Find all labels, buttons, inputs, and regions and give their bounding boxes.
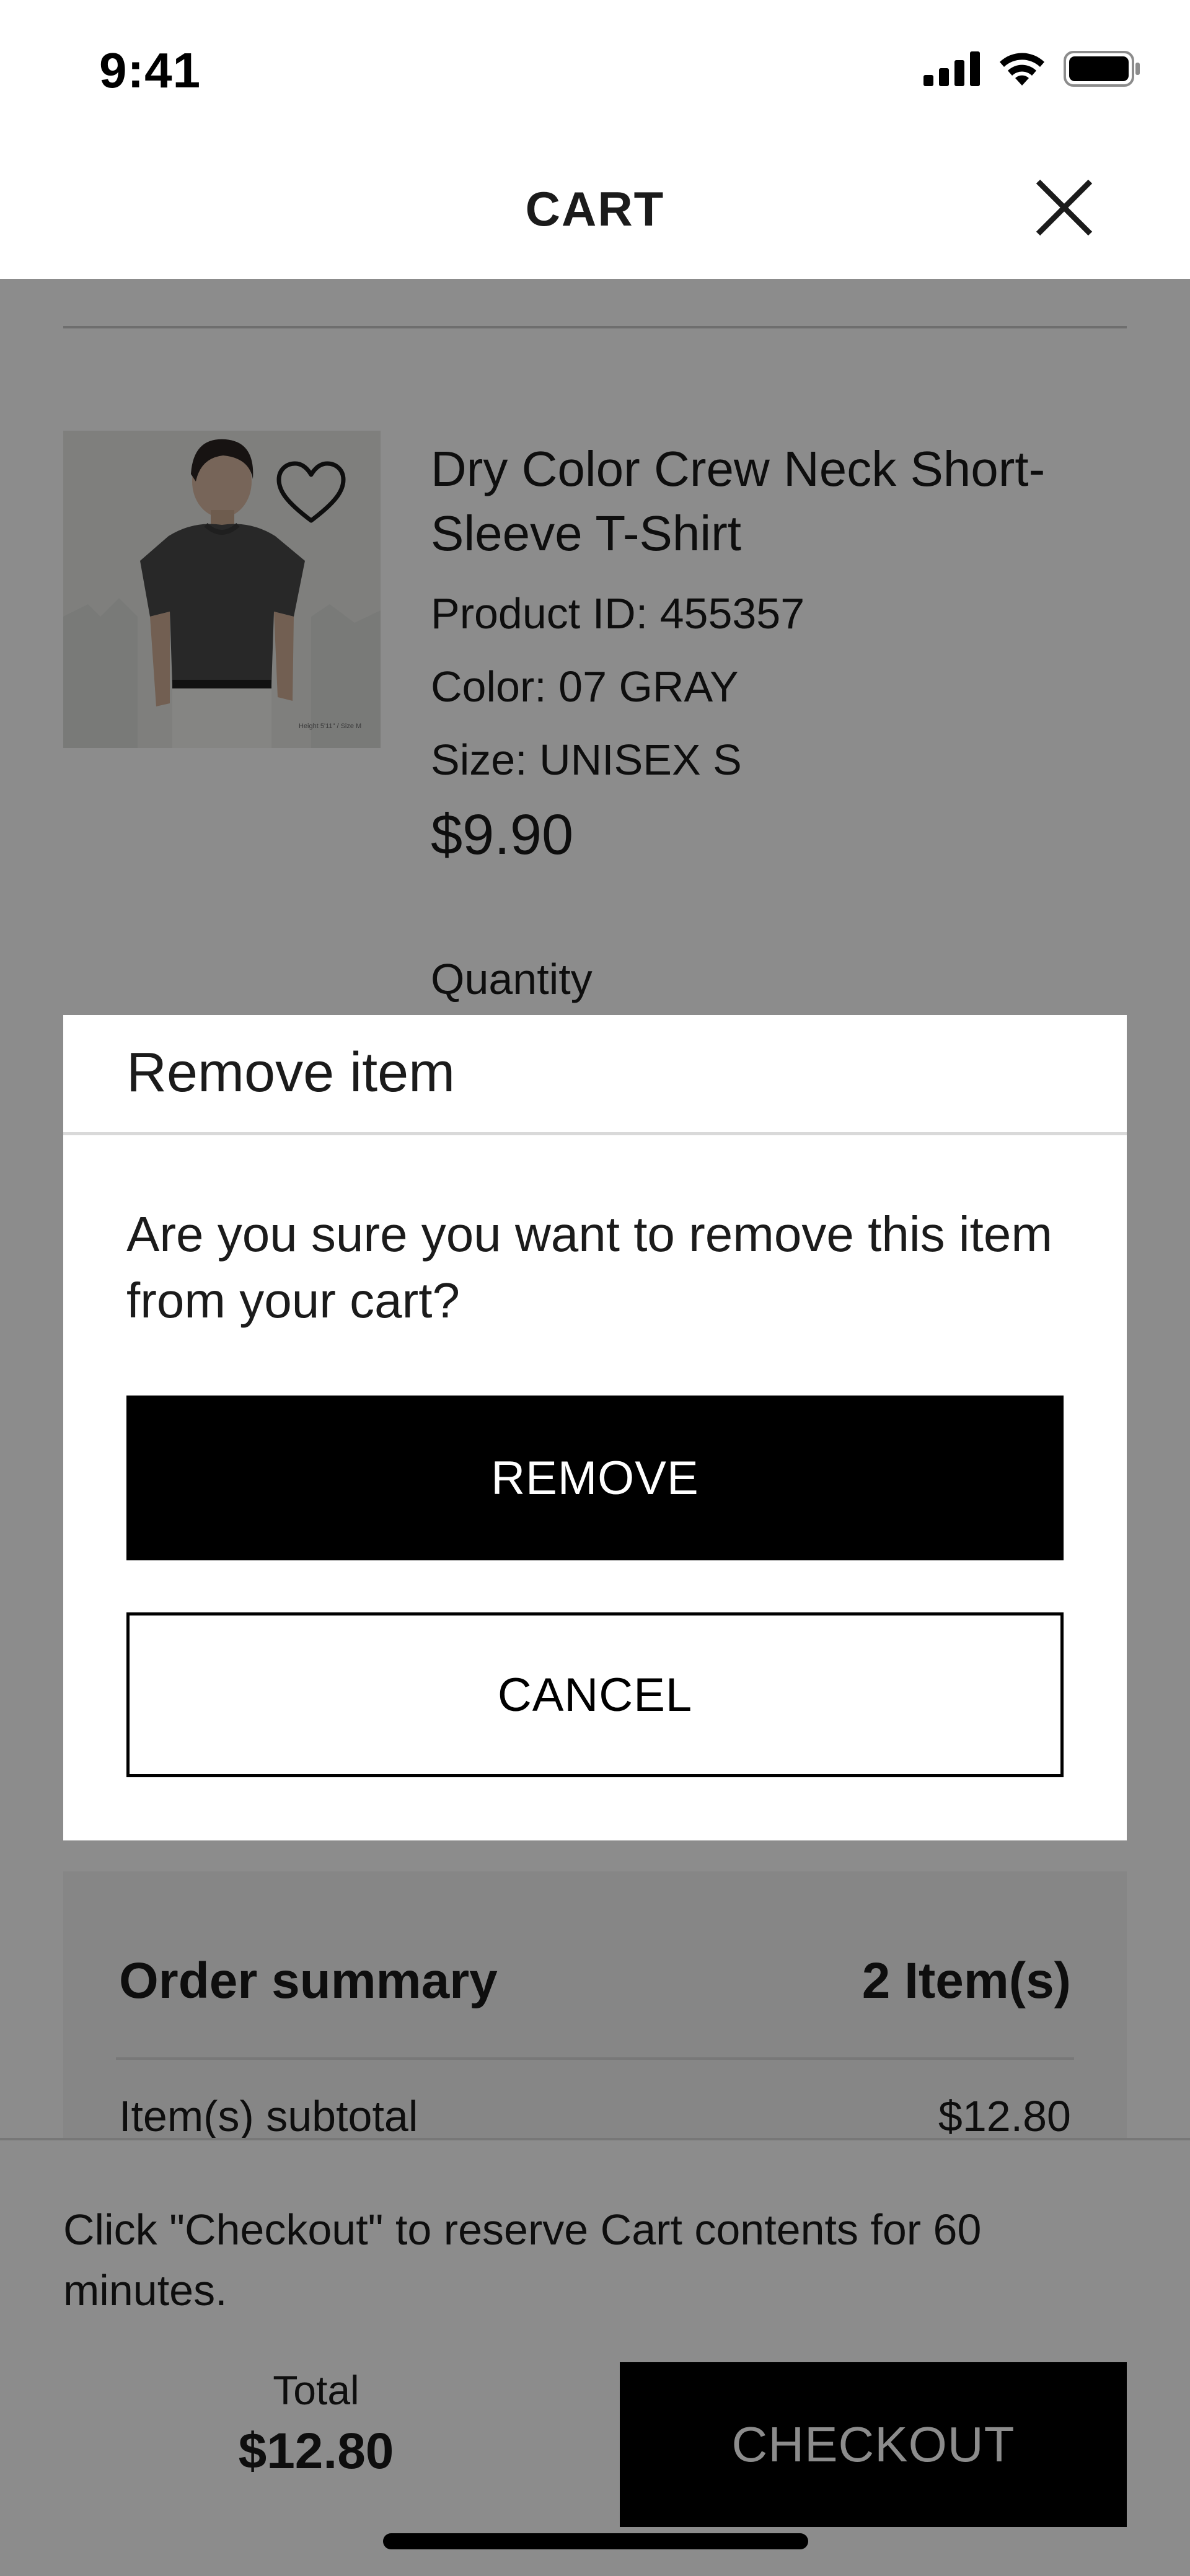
page-title: CART xyxy=(525,182,665,236)
battery-icon xyxy=(1064,51,1140,90)
cart-header: CART xyxy=(0,143,1190,279)
remove-item-dialog: Remove item Are you sure you want to rem… xyxy=(63,1015,1127,1840)
remove-button[interactable]: REMOVE xyxy=(126,1396,1064,1560)
close-icon xyxy=(1036,179,1093,236)
home-indicator xyxy=(383,2533,808,2549)
status-bar: 9:41 xyxy=(0,0,1190,143)
status-time: 9:41 xyxy=(99,43,201,98)
cellular-signal-icon xyxy=(923,51,981,89)
dialog-divider xyxy=(63,1132,1127,1135)
dialog-title: Remove item xyxy=(126,1042,456,1104)
cancel-button[interactable]: CANCEL xyxy=(126,1612,1064,1777)
status-icons xyxy=(923,51,1140,90)
dialog-message: Are you sure you want to remove this ite… xyxy=(126,1207,1052,1328)
close-button[interactable] xyxy=(1030,174,1098,242)
wifi-icon xyxy=(998,51,1046,90)
